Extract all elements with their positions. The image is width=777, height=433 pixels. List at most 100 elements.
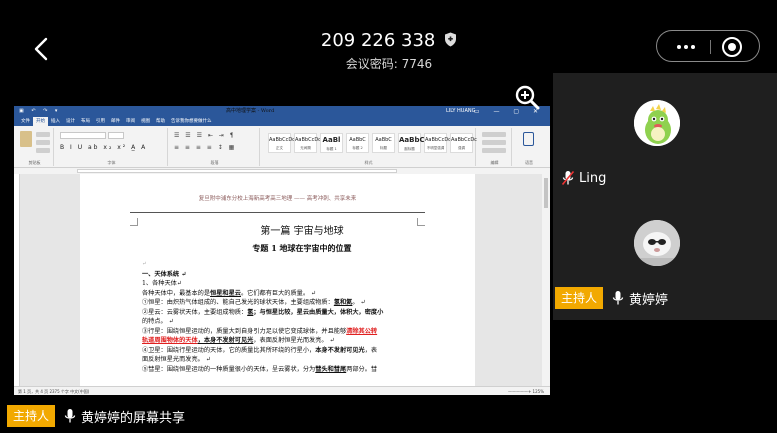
tab-file[interactable]: 文件 (18, 117, 33, 126)
zoom-in-icon[interactable] (514, 84, 540, 110)
tab-review[interactable]: 审阅 (123, 117, 138, 126)
word-title-bar: ▣ ↶ ↷ ▾ 高中地理学案 - Word LILY HUANG ▭ — ▢ ✕ (14, 106, 550, 117)
shield-icon (445, 32, 457, 47)
style-subtle-emphasis[interactable]: AaBbCcDc 不明显强调 (424, 133, 451, 153)
text-run: 各种天体中，最基本的是 (142, 289, 211, 297)
chevron-left-icon (34, 37, 48, 61)
back-button[interactable] (33, 37, 49, 61)
text-run: ①恒星：由炽热气体组成的、能自己发光的球状天体，主要组成物质： (142, 299, 334, 306)
style-emphasis[interactable]: AaBbCcDc 强调 (450, 133, 477, 153)
divider (710, 40, 711, 54)
style-normal[interactable]: AaBbCcDc 正文 (268, 133, 295, 153)
tab-mailings[interactable]: 邮件 (108, 117, 123, 126)
ribbon-tabs: 文件 开始 插入 设计 布局 引用 邮件 审阅 视图 帮助 告诉我你想要做什么 (14, 117, 550, 126)
font-format-icons[interactable]: B I U ab x₂ x² A̲ A (60, 144, 147, 151)
style-sample: AaBbCcDc (451, 137, 477, 143)
style-label: 副标题 (404, 147, 415, 151)
text-run: 1、各种天体↵ (142, 280, 183, 287)
style-no-spacing[interactable]: AaBbCcDc 无间隔 (294, 133, 321, 153)
word-status-bar: 第 1 页，共 4 页 2375 个字 中文(中国) —————+ 125% (14, 386, 550, 395)
participant-row: 主持人 黄婷婷 (555, 287, 668, 309)
margin-mark (130, 218, 138, 226)
tab-references[interactable]: 引用 (93, 117, 108, 126)
paste-icon[interactable] (20, 131, 32, 147)
style-heading-2[interactable]: AaBbC 标题 2 (346, 133, 369, 153)
avatar[interactable] (634, 220, 680, 266)
tab-view[interactable]: 视图 (138, 117, 153, 126)
style-label: 无间隔 (300, 146, 311, 150)
text-run: 两部分。彗 (346, 365, 378, 373)
document-title: 第一篇 宇宙与地球 (260, 226, 344, 237)
tab-layout[interactable]: 布局 (78, 117, 93, 126)
tab-insert[interactable]: 插入 (48, 117, 63, 126)
document-line: ①恒星：由炽热气体组成的、能自己发光的球状天体，主要组成物质：氢和氦。 ↵ (142, 298, 442, 308)
tab-help[interactable]: 帮助 (153, 117, 168, 126)
style-heading-1[interactable]: AaBl 标题 1 (320, 133, 343, 153)
style-label: 标题 2 (352, 146, 363, 150)
text-run: ③行星：围绕恒星运动的，质量大到自身引力足以使它变成球体，并且能够 (142, 327, 347, 335)
style-sample: AaBbCcDc (425, 137, 451, 143)
style-title[interactable]: AaBbC 标题 (372, 133, 395, 153)
document-line: ③行星：围绕恒星运动的，质量大到自身引力足以使它变成球体，并且能够清除其公转 (142, 327, 442, 337)
tell-me-box[interactable]: 告诉我你想要做什么 (168, 117, 215, 126)
text-run: 。它们都有巨大的质量。 ↵ (241, 289, 317, 297)
text-run: ，表 (364, 346, 378, 354)
host-badge: 主持人 (555, 287, 604, 309)
screen-share-text: 黄婷婷的屏幕共享 (81, 410, 186, 426)
photo-avatar-icon (634, 220, 680, 266)
word-user-name: LILY HUANG (446, 108, 476, 114)
document-canvas: 复旦附中浦东分校上海新高考高三地理 —— 高考冲刺、共享未来 第一篇 宇宙与地球… (20, 174, 542, 386)
document-page[interactable]: 复旦附中浦东分校上海新高考高三地理 —— 高考冲刺、共享未来 第一篇 宇宙与地球… (80, 174, 475, 386)
text-run: ②星云：云雾状天体，主要组成物质： (142, 308, 248, 316)
text-run: 一、天体系统 ↵ (142, 270, 187, 278)
tab-design[interactable]: 设计 (63, 117, 78, 126)
styles-group: AaBbCcDc 正文 AaBbCcDc 无间隔 AaBl 标题 1 AaBbC 标题 … (262, 128, 477, 166)
align-icons[interactable]: ≡ ≡ ≡ ≡ ↕ ▦ (174, 144, 236, 151)
group-caption-voice: 语音 (525, 160, 533, 165)
text-run: ；与恒星比较，星云由质量大，体积大，密度小 (253, 308, 384, 316)
text-run: ，表面反射恒星光而发亮。 ↵ (253, 337, 335, 344)
editing-group: 编辑 (478, 128, 512, 166)
paragraph-group: ☰ ☰ ☰ ⇤ ⇥ ¶ ≡ ≡ ≡ ≡ ↕ ▦ 段落 (170, 128, 260, 166)
zoom-slider[interactable]: —————+ 125% (508, 387, 544, 395)
style-subtitle[interactable]: AaBbC 副标题 (398, 133, 425, 153)
document-line: ②星云：云雾状天体，主要组成物质：氢；与恒星比较，星云由质量大，体积大，密度小 (142, 308, 442, 318)
tab-home[interactable]: 开始 (33, 117, 48, 126)
style-label: 不明显强调 (426, 146, 445, 150)
quick-access-toolbar[interactable]: ▣ ↶ ↷ ▾ (19, 106, 60, 117)
group-caption-font: 字体 (107, 160, 116, 165)
ribbon: 剪贴板 B I U ab x₂ x² A̲ A 字体 ☰ ☰ ☰ ⇤ ⇥ ¶ ≡… (14, 126, 550, 168)
empty-paragraph: ↵ (142, 261, 147, 267)
text-run: 恒星和星云 (210, 289, 241, 297)
page-header-text: 复旦附中浦东分校上海新高考高三地理 —— 高考冲刺、共享未来 (198, 196, 357, 202)
font-size-box[interactable] (108, 132, 124, 139)
top-right-controls (656, 30, 760, 62)
clipboard-group: 剪贴板 (16, 128, 54, 166)
record-icon[interactable] (722, 37, 742, 57)
text-run: 彗头和彗尾 (315, 365, 347, 373)
dictate-icon[interactable] (523, 132, 534, 146)
document-line: 的特点。 ↵ (142, 317, 442, 327)
meeting-window: 209 226 338 会议密码: 7746 ▣ ↶ ↷ ▾ 高中地理学案 - … (0, 0, 777, 433)
shared-screen-word-window: ▣ ↶ ↷ ▾ 高中地理学案 - Word LILY HUANG ▭ — ▢ ✕… (14, 106, 550, 395)
font-group: B I U ab x₂ x² A̲ A 字体 (56, 128, 168, 166)
document-line: 轨道周围物体的天体，本身不发射可见光，表面反射恒星光而发亮。 ↵ (142, 336, 442, 346)
mic-icon (612, 291, 624, 305)
document-line: 一、天体系统 ↵ (142, 270, 442, 280)
status-left: 第 1 页，共 4 页 2375 个字 中文(中国) (18, 389, 90, 394)
list-icons[interactable]: ☰ ☰ ☰ ⇤ ⇥ ¶ (174, 132, 236, 139)
more-icon[interactable] (671, 31, 701, 63)
group-caption-clipboard: 剪贴板 (28, 160, 41, 165)
style-sample: AaBbCcDc (295, 137, 321, 143)
document-line: 1、各种天体↵ (142, 279, 442, 289)
text-run: ⑤彗星：围绕恒星运动的一种质量很小的天体，呈云雾状，分为 (142, 365, 316, 373)
style-label: 强调 (458, 146, 465, 150)
font-name-box[interactable] (60, 132, 106, 139)
meeting-password: 会议密码: 7746 (345, 57, 433, 71)
avatar[interactable] (634, 100, 680, 146)
document-line: ⑤彗星：围绕恒星运动的一种质量很小的天体，呈云雾状，分为彗头和彗尾两部分。彗 (142, 365, 442, 375)
text-run: 面反射恒星光而发亮。 ↵ (142, 356, 212, 363)
participant-name: 黄婷婷 (629, 292, 669, 308)
vertical-scrollbar[interactable] (542, 168, 550, 386)
group-caption-paragraph: 段落 (210, 160, 219, 165)
